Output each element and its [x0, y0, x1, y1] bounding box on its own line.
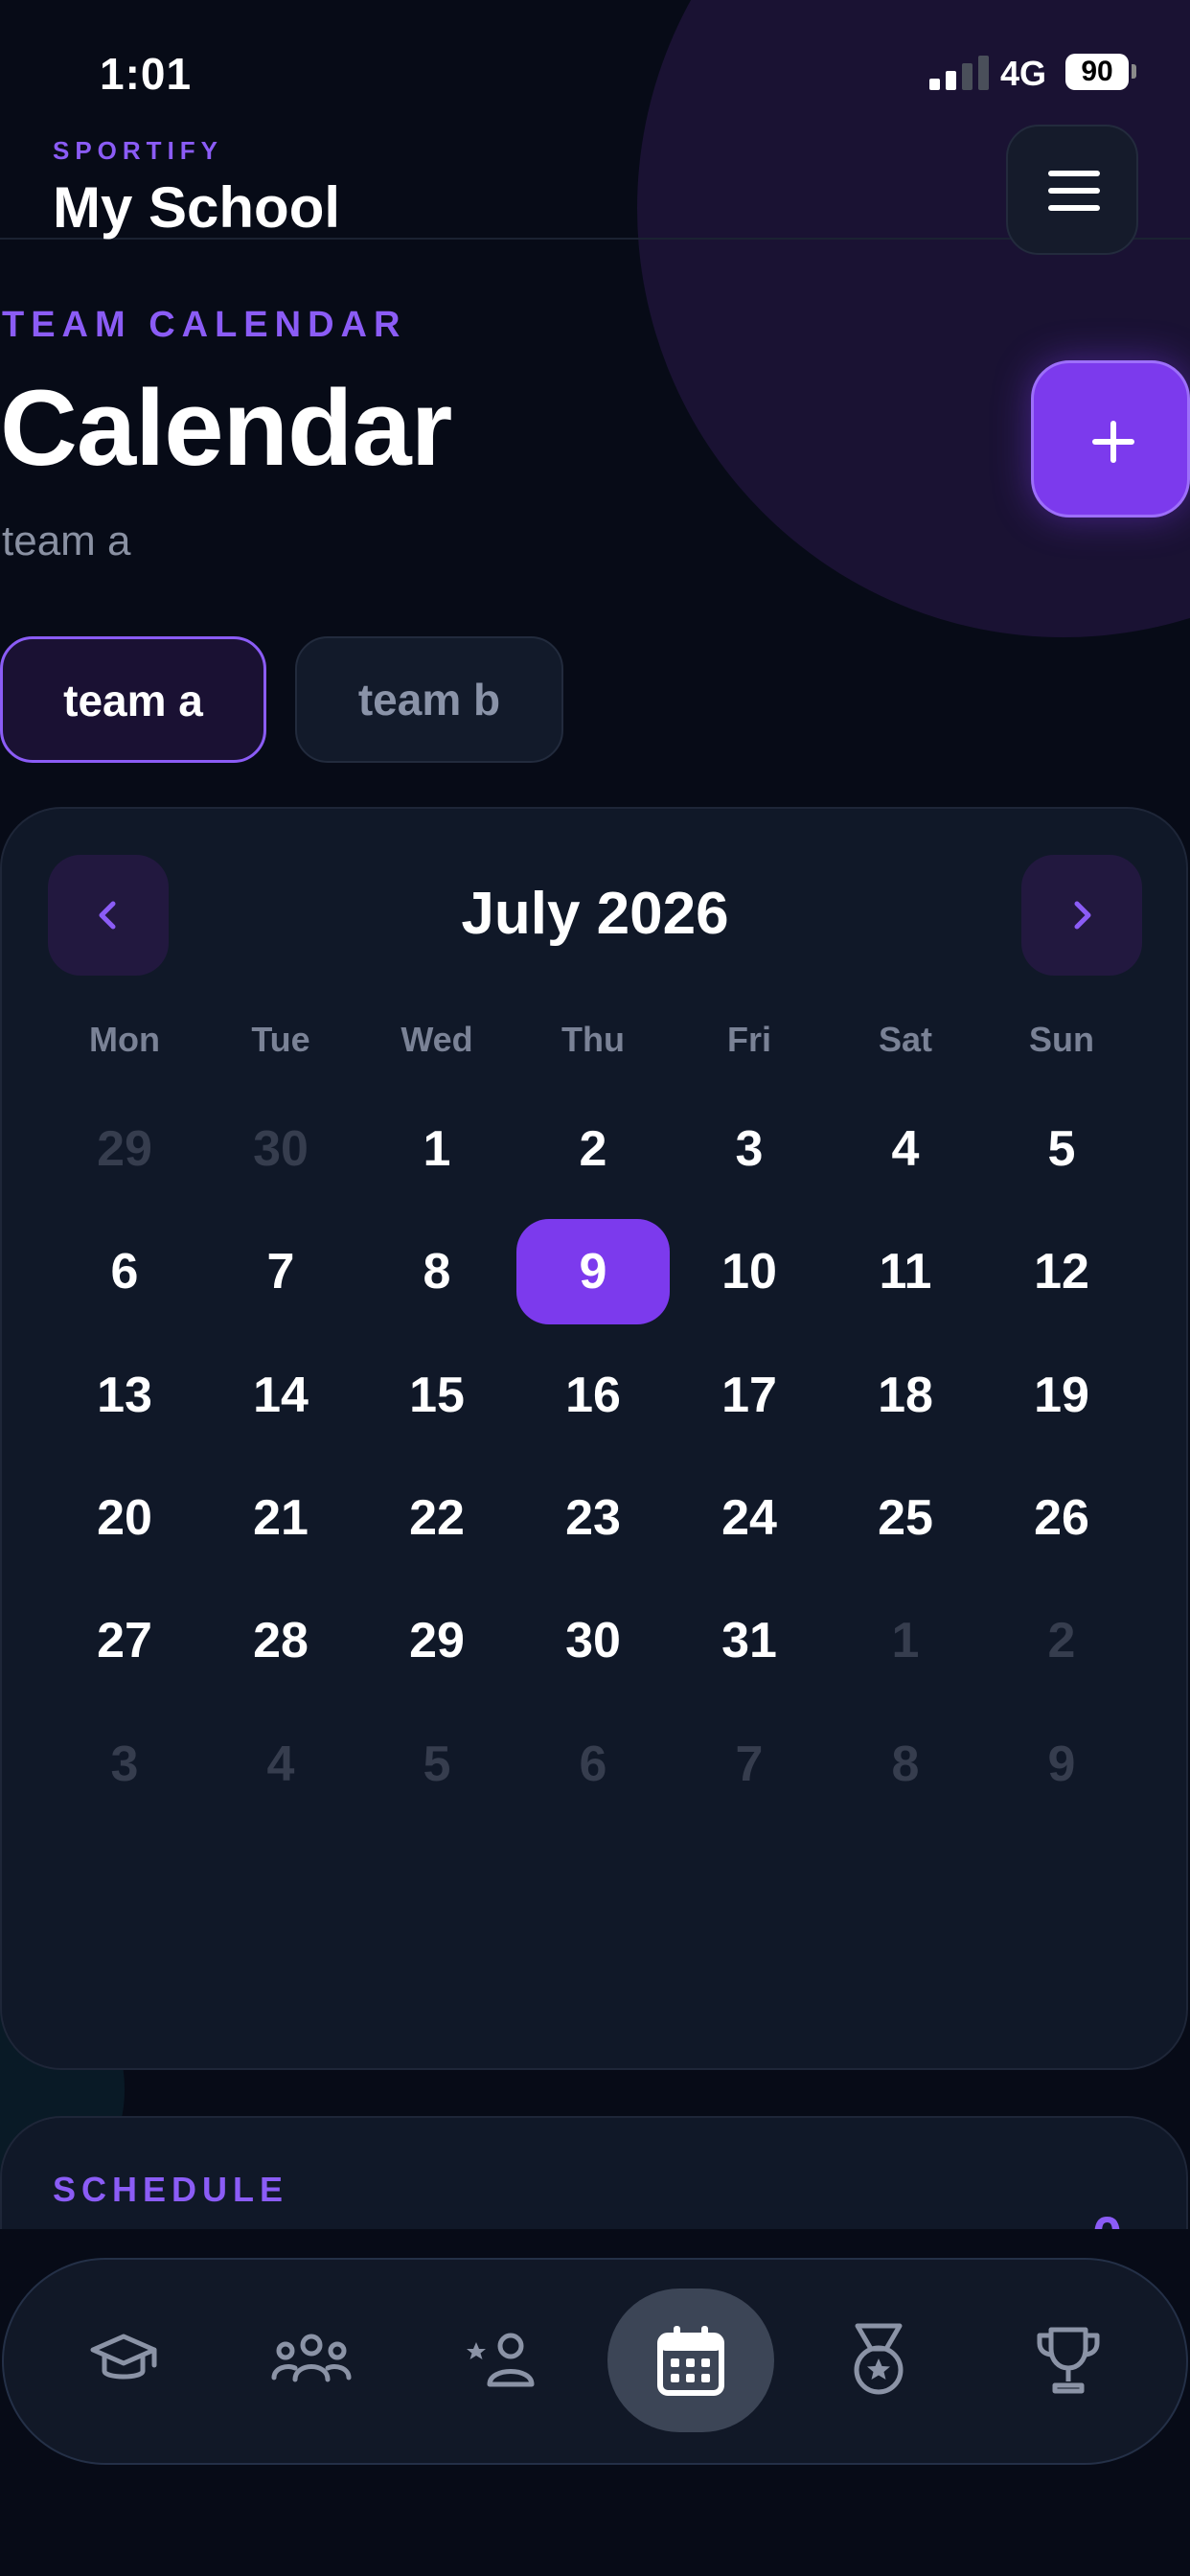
page-title: Calendar	[0, 368, 452, 488]
calendar-day[interactable]: 16	[516, 1343, 670, 1448]
team-chip-b[interactable]: team b	[295, 636, 563, 763]
calendar-day[interactable]: 6	[48, 1219, 201, 1324]
calendar-day[interactable]: 12	[985, 1219, 1138, 1324]
calendar-day[interactable]: 14	[204, 1343, 357, 1448]
calendar-day[interactable]: 5	[985, 1096, 1138, 1202]
calendar-day[interactable]: 8	[360, 1219, 514, 1324]
status-bar: 1:01 4G 90	[0, 0, 1190, 125]
calendar-day[interactable]: 2	[516, 1096, 670, 1202]
menu-icon	[1048, 171, 1100, 176]
tab-players[interactable]	[418, 2288, 584, 2432]
calendar-day[interactable]: 15	[360, 1343, 514, 1448]
calendar-day[interactable]: 11	[829, 1219, 982, 1324]
calendar-day[interactable]: 19	[985, 1343, 1138, 1448]
status-time: 1:01	[100, 49, 193, 99]
weekday-wed: Wed	[400, 1020, 473, 1059]
trophy-icon	[1037, 2327, 1100, 2394]
calendar-day[interactable]: 3	[48, 1712, 201, 1817]
calendar-day[interactable]: 1	[360, 1096, 514, 1202]
tab-school[interactable]	[40, 2288, 207, 2432]
weekday-sun: Sun	[1029, 1020, 1094, 1059]
graduation-cap-icon	[90, 2334, 157, 2380]
calendar-day[interactable]: 30	[204, 1096, 357, 1202]
calendar-day[interactable]: 31	[673, 1588, 826, 1693]
signal-icon	[929, 54, 989, 90]
calendar-day[interactable]: 7	[673, 1712, 826, 1817]
calendar-day[interactable]: 6	[516, 1712, 670, 1817]
add-event-button[interactable]	[1031, 360, 1190, 518]
next-month-button[interactable]	[1021, 855, 1142, 976]
calendar-day[interactable]: 24	[673, 1465, 826, 1571]
calendar-day[interactable]: 1	[829, 1588, 982, 1693]
calendar-day[interactable]: 9	[985, 1712, 1138, 1817]
calendar-day[interactable]: 7	[204, 1219, 357, 1324]
team-icon	[271, 2334, 352, 2382]
weekday-fri: Fri	[726, 1020, 771, 1059]
weekday-thu: Thu	[561, 1020, 625, 1059]
calendar-day[interactable]: 26	[985, 1465, 1138, 1571]
tab-trophies[interactable]	[985, 2288, 1152, 2432]
calendar-day[interactable]: 29	[48, 1096, 201, 1202]
battery-icon: 90	[1065, 54, 1129, 90]
network-type: 4G	[1000, 54, 1047, 93]
page-subtitle: team a	[2, 518, 131, 564]
calendar-day[interactable]: 25	[829, 1465, 982, 1571]
tab-awards[interactable]	[795, 2288, 962, 2432]
month-label: July 2026	[461, 881, 729, 947]
medal-icon	[854, 2323, 904, 2395]
schedule-label: SCHEDULE	[53, 2170, 289, 2209]
calendar-day[interactable]: 23	[516, 1465, 670, 1571]
menu-button[interactable]	[1006, 125, 1138, 255]
tab-team[interactable]	[228, 2288, 395, 2432]
app-screen: 1:01 4G 90 SPORTIFY My School TEAM CALEN…	[0, 0, 1190, 2576]
calendar-day[interactable]: 30	[516, 1588, 670, 1693]
calendar-day[interactable]: 10	[673, 1219, 826, 1324]
calendar-day[interactable]: 4	[829, 1096, 982, 1202]
calendar-day[interactable]: 18	[829, 1343, 982, 1448]
calendar-day[interactable]: 22	[360, 1465, 514, 1571]
calendar-day[interactable]: 13	[48, 1343, 201, 1448]
weekday-mon: Mon	[89, 1020, 160, 1059]
tab-calendar[interactable]	[607, 2288, 774, 2432]
section-label: TEAM CALENDAR	[2, 305, 407, 345]
weekday-tue: Tue	[251, 1020, 310, 1059]
battery-tip	[1132, 64, 1136, 79]
team-chip-a[interactable]: team a	[0, 636, 266, 763]
calendar-day[interactable]: 29	[360, 1588, 514, 1693]
calendar-day[interactable]: 8	[829, 1712, 982, 1817]
calendar-day[interactable]: 2	[985, 1588, 1138, 1693]
calendar-day[interactable]: 21	[204, 1465, 357, 1571]
calendar-day[interactable]: 20	[48, 1465, 201, 1571]
calendar-day-selected[interactable]: 9	[516, 1219, 670, 1324]
calendar-day[interactable]: 27	[48, 1588, 201, 1693]
star-person-icon	[467, 2333, 535, 2387]
calendar-day[interactable]: 3	[673, 1096, 826, 1202]
calendar-icon	[657, 2326, 724, 2396]
weekday-sat: Sat	[878, 1020, 933, 1059]
calendar-day[interactable]: 28	[204, 1588, 357, 1693]
school-name: My School	[53, 175, 341, 240]
brand-label: SPORTIFY	[53, 136, 224, 165]
calendar-day[interactable]: 17	[673, 1343, 826, 1448]
chevron-right-icon	[1074, 901, 1091, 930]
calendar-day[interactable]: 4	[204, 1712, 357, 1817]
calendar-day[interactable]: 5	[360, 1712, 514, 1817]
